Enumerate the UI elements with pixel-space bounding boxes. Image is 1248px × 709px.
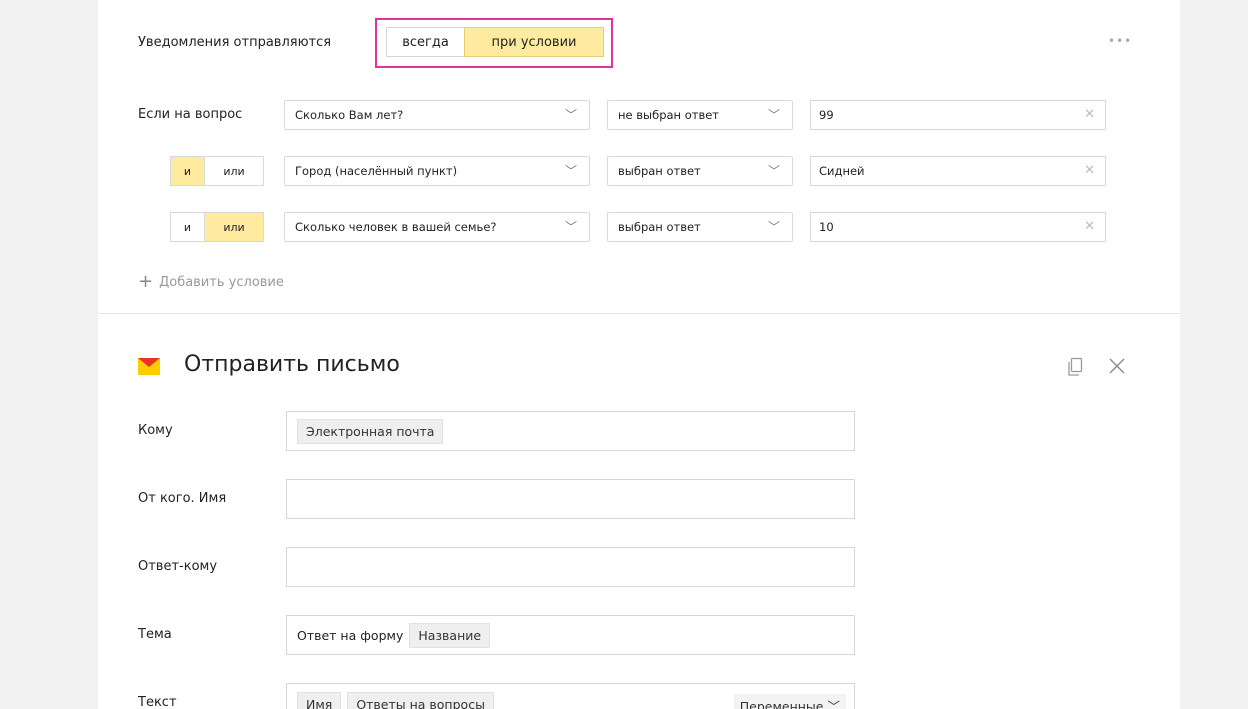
body-variable-chip-answers[interactable]: Ответы на вопросы [347, 692, 494, 709]
question-select-value: Сколько человек в вашей семье? [295, 220, 497, 234]
answer-value: 10 [819, 220, 834, 234]
operator-select-value: выбран ответ [618, 220, 701, 234]
variables-dropdown[interactable]: Переменные ﹀ [733, 694, 846, 709]
notify-always-button[interactable]: всегда [386, 27, 465, 57]
logic-and-button[interactable]: и [171, 213, 205, 241]
chevron-down-icon: ﹀ [767, 220, 780, 234]
chevron-down-icon: ﹀ [767, 164, 780, 178]
to-label: Кому [138, 423, 173, 438]
page-panel: Уведомления отправляются всегда при усло… [98, 0, 1180, 709]
question-select-value: Город (населённый пункт) [295, 164, 458, 178]
from-name-field[interactable] [286, 479, 855, 519]
logic-toggle: и или [170, 212, 264, 242]
to-variable-chip[interactable]: Электронная почта [297, 418, 444, 444]
chevron-down-icon: ﹀ [767, 108, 780, 122]
subject-text: Ответ на форму [297, 627, 404, 643]
condition-row-3: и или Сколько человек в вашей семье? ﹀ в… [98, 210, 1180, 244]
subject-label: Тема [138, 627, 172, 642]
question-select-value: Сколько Вам лет? [295, 108, 404, 122]
question-select[interactable]: Город (населённый пункт) ﹀ [284, 156, 590, 186]
clear-icon[interactable]: ✕ [1084, 107, 1095, 122]
condition-row-2: и или Город (населённый пункт) ﹀ выбран … [98, 154, 1180, 188]
operator-select[interactable]: выбран ответ ﹀ [607, 156, 793, 186]
answer-value-input[interactable]: 10 ✕ [810, 212, 1106, 242]
body-text-label: Текст [138, 695, 177, 709]
plus-icon: + [138, 271, 154, 292]
close-icon[interactable] [1107, 356, 1127, 376]
logic-or-button[interactable]: или [205, 157, 263, 185]
subject-variable-chip[interactable]: Название [409, 622, 491, 648]
clear-icon[interactable]: ✕ [1084, 219, 1095, 234]
body-variable-chip-name[interactable]: Имя [297, 692, 342, 709]
notify-label: Уведомления отправляются [138, 35, 332, 50]
send-email-title: Отправить письмо [184, 352, 400, 377]
copy-icon[interactable] [1067, 357, 1085, 377]
answer-value-input[interactable]: 99 ✕ [810, 100, 1106, 130]
subject-field[interactable]: Ответ на форму Название [286, 615, 855, 655]
answer-value-input[interactable]: Сидней ✕ [810, 156, 1106, 186]
operator-select[interactable]: выбран ответ ﹀ [607, 212, 793, 242]
answer-value: 99 [819, 108, 834, 122]
reply-to-field[interactable] [286, 547, 855, 587]
chevron-down-icon: ﹀ [827, 699, 840, 709]
logic-or-button[interactable]: или [205, 213, 263, 241]
question-select[interactable]: Сколько человек в вашей семье? ﹀ [284, 212, 590, 242]
to-field[interactable]: Электронная почта [286, 411, 855, 451]
add-condition-label: Добавить условие [159, 274, 284, 290]
question-select[interactable]: Сколько Вам лет? ﹀ [284, 100, 590, 130]
add-condition-button[interactable]: + Добавить условие [138, 273, 284, 291]
answer-value: Сидней [819, 164, 865, 178]
if-question-label: Если на вопрос [138, 107, 243, 122]
logic-and-button[interactable]: и [171, 157, 205, 185]
clear-icon[interactable]: ✕ [1084, 163, 1095, 178]
more-options-icon[interactable]: ••• [1108, 34, 1132, 48]
notification-conditions-section: Уведомления отправляются всегда при усло… [98, 0, 1180, 314]
chevron-down-icon: ﹀ [564, 108, 577, 122]
chevron-down-icon: ﹀ [564, 164, 577, 178]
operator-select[interactable]: не выбран ответ ﹀ [607, 100, 793, 130]
logic-toggle: и или [170, 156, 264, 186]
operator-select-value: выбран ответ [618, 164, 701, 178]
body-text-field[interactable]: Имя Ответы на вопросы Переменные ﹀ [286, 683, 855, 709]
condition-row-1: Если на вопрос Сколько Вам лет? ﹀ не выб… [98, 98, 1180, 132]
operator-select-value: не выбран ответ [618, 108, 720, 122]
reply-to-label: Ответ-кому [138, 559, 218, 574]
mail-icon [138, 358, 160, 375]
chevron-down-icon: ﹀ [564, 220, 577, 234]
from-name-label: От кого. Имя [138, 491, 227, 506]
variables-dropdown-label: Переменные [739, 699, 824, 709]
notify-condition-button[interactable]: при условии [464, 27, 604, 57]
